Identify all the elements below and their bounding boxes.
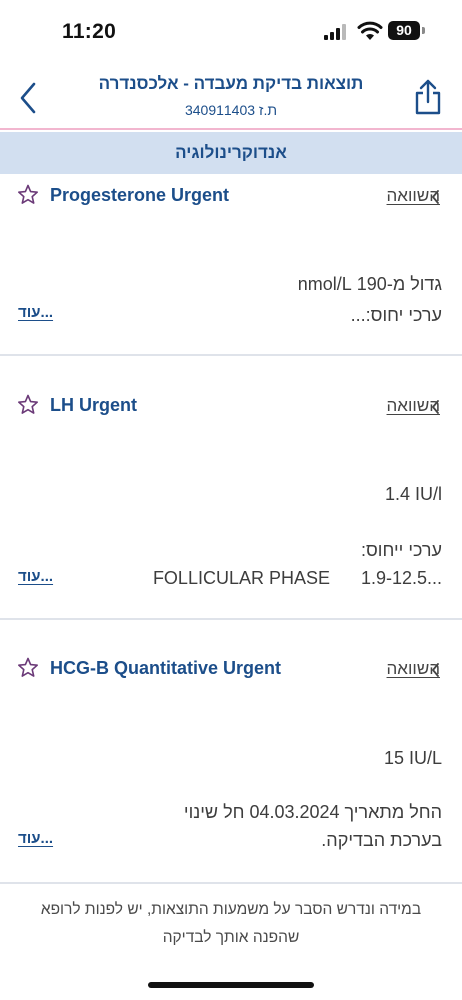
- battery-tip: [422, 27, 425, 34]
- patient-id: ת.ז 340911403: [184, 102, 278, 118]
- chevron-left-icon: [432, 663, 439, 677]
- result-note: החל מתאריך 04.03.2024 חל שינוי: [183, 802, 442, 822]
- chevron-left-icon: [432, 190, 439, 204]
- share-icon[interactable]: [412, 78, 444, 116]
- result-note: בערכת הבדיקה.: [321, 830, 442, 850]
- reference-range-value: 1.9-12.5...: [360, 568, 442, 588]
- favorite-star-icon[interactable]: [16, 393, 40, 417]
- reference-range-label: ערכי ייחוס:: [361, 540, 442, 560]
- wifi-icon: [357, 21, 383, 40]
- favorite-star-icon[interactable]: [16, 656, 40, 680]
- chevron-left-icon: [432, 400, 439, 414]
- result-value: 1.4 IU/l: [384, 484, 442, 504]
- battery-icon: 90: [388, 21, 420, 40]
- result-card-progesterone: Progesterone Urgent השוואה גדול מ-190 nm…: [0, 174, 462, 356]
- more-link[interactable]: עוד...: [18, 830, 53, 847]
- home-indicator: [148, 982, 314, 988]
- more-link[interactable]: עוד...: [18, 304, 53, 321]
- page-header: תוצאות בדיקת מעבדה - אלכסנדרה ת.ז 340911…: [0, 62, 462, 130]
- back-chevron-icon[interactable]: [14, 80, 44, 116]
- test-name: LH Urgent: [50, 395, 137, 415]
- page-title: תוצאות בדיקת מעבדה - אלכסנדרה: [98, 74, 364, 93]
- test-name: HCG-B Quantitative Urgent: [50, 658, 282, 678]
- result-card-lh: LH Urgent השוואה 1.4 IU/l ערכי ייחוס: FO…: [0, 356, 462, 620]
- battery-level: 90: [396, 22, 412, 38]
- status-bar: 11:20 90: [0, 0, 462, 62]
- result-value: גדול מ-190 nmol/L: [297, 274, 442, 294]
- category-header: אנדוקרינולוגיה: [0, 132, 462, 174]
- favorite-star-icon[interactable]: [16, 183, 40, 207]
- result-card-hcg: HCG-B Quantitative Urgent השוואה 15 IU/L…: [0, 620, 462, 884]
- signal-icon: [324, 24, 346, 40]
- status-time: 11:20: [62, 20, 117, 43]
- reference-range-phase: FOLLICULAR PHASE: [152, 568, 330, 588]
- test-name: Progesterone Urgent: [50, 185, 230, 205]
- more-link[interactable]: עוד...: [18, 568, 53, 585]
- result-value: 15 IU/L: [383, 748, 442, 768]
- footer-disclaimer: במידה ונדרש הסבר על משמעות התוצאות, יש ל…: [40, 901, 422, 946]
- reference-range: ערכי יחוס:...: [350, 305, 442, 325]
